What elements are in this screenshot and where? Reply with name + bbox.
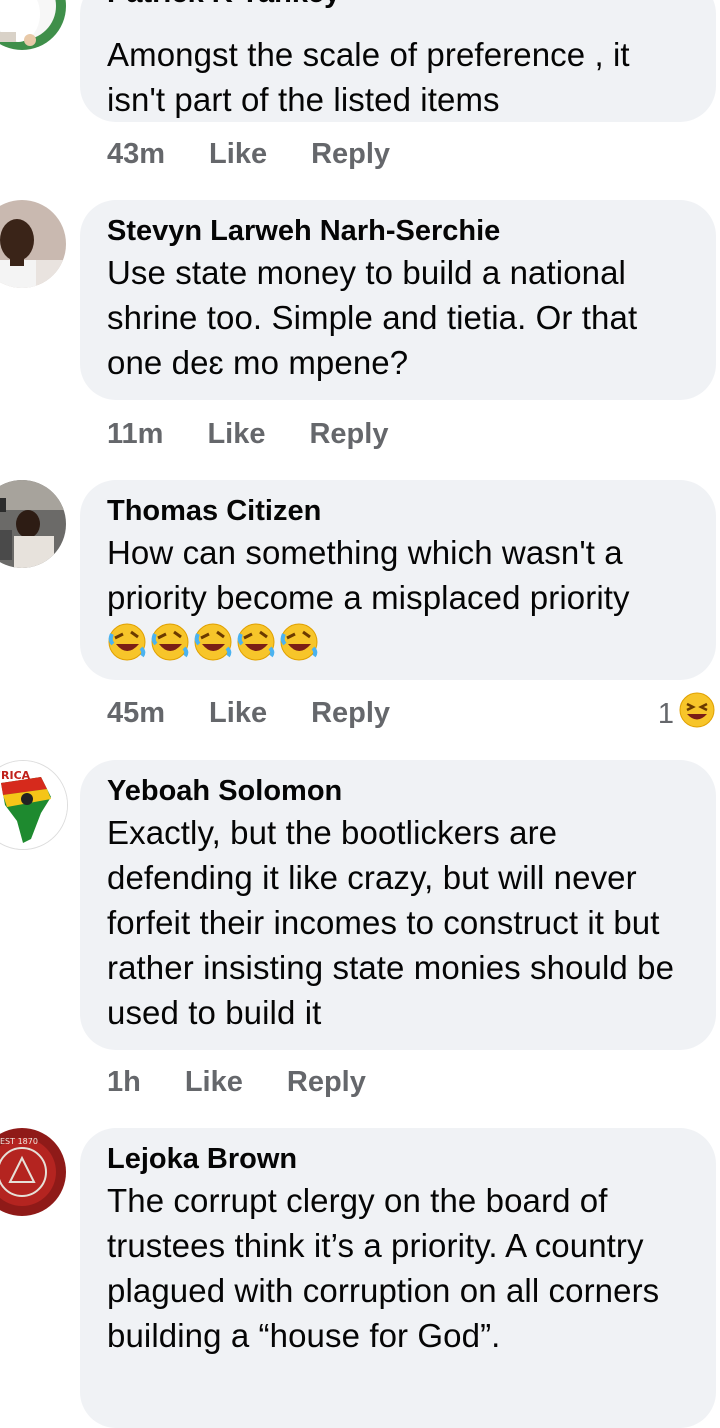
- comment-bubble: Lejoka Brown The corrupt clergy on the b…: [80, 1128, 716, 1428]
- reply-button[interactable]: Reply: [311, 697, 390, 730]
- comment-text: Exactly, but the bootlickers are defendi…: [107, 814, 675, 1031]
- like-button[interactable]: Like: [207, 418, 265, 451]
- comment-author[interactable]: Stevyn Larweh Narh-Serchie: [107, 214, 690, 248]
- avatar[interactable]: [0, 0, 66, 50]
- avatar[interactable]: [0, 480, 66, 568]
- comment-text: How can something which wasn't a priorit…: [107, 534, 630, 616]
- comment-timestamp[interactable]: 11m: [107, 418, 163, 451]
- reaction-count[interactable]: 1: [658, 691, 716, 737]
- like-button[interactable]: Like: [185, 1066, 243, 1099]
- avatar-label: AFRICA: [0, 769, 31, 782]
- rolling-laughing-emoji-icon: [236, 622, 276, 662]
- rolling-laughing-emoji-icon: [107, 622, 147, 662]
- comment-actions: 1h Like Reply: [107, 1062, 366, 1102]
- comment-author[interactable]: Patrick K Yankey: [107, 0, 340, 10]
- comment-actions: 45m Like Reply: [107, 693, 390, 733]
- comment-actions: 11m Like Reply: [107, 414, 388, 454]
- comment-bubble: Patrick K Yankey Amongst the scale of pr…: [80, 0, 716, 122]
- emoji-row: [107, 622, 690, 662]
- reply-button[interactable]: Reply: [311, 138, 390, 171]
- avatar[interactable]: AFRICA: [0, 760, 68, 850]
- comment-bubble: Yeboah Solomon Exactly, but the bootlick…: [80, 760, 716, 1050]
- reply-button[interactable]: Reply: [287, 1066, 366, 1099]
- avatar[interactable]: [0, 200, 66, 288]
- comment-author[interactable]: Thomas Citizen: [107, 494, 690, 528]
- comment-author[interactable]: Lejoka Brown: [107, 1142, 690, 1176]
- laughing-emoji-icon: [678, 691, 716, 737]
- avatar[interactable]: EST 1870: [0, 1128, 66, 1216]
- like-button[interactable]: Like: [209, 138, 267, 171]
- comment-timestamp[interactable]: 43m: [107, 138, 165, 171]
- comment-timestamp[interactable]: 45m: [107, 697, 165, 730]
- comment-bubble: Stevyn Larweh Narh-Serchie Use state mon…: [80, 200, 716, 400]
- reply-button[interactable]: Reply: [309, 418, 388, 451]
- comment-actions: 43m Like Reply: [107, 134, 390, 174]
- comment-author[interactable]: Yeboah Solomon: [107, 774, 690, 808]
- comment-bubble: Thomas Citizen How can something which w…: [80, 480, 716, 680]
- rolling-laughing-emoji-icon: [150, 622, 190, 662]
- comment-text: Amongst the scale of preference , it isn…: [107, 36, 630, 118]
- comment-timestamp[interactable]: 1h: [107, 1066, 141, 1099]
- avatar-label: EST 1870: [0, 1137, 38, 1146]
- reaction-count-number: 1: [657, 697, 674, 730]
- comment-text: Use state money to build a national shri…: [107, 254, 638, 381]
- rolling-laughing-emoji-icon: [193, 622, 233, 662]
- comment-text: The corrupt clergy on the board of trust…: [107, 1182, 660, 1354]
- like-button[interactable]: Like: [209, 697, 267, 730]
- rolling-laughing-emoji-icon: [279, 622, 319, 662]
